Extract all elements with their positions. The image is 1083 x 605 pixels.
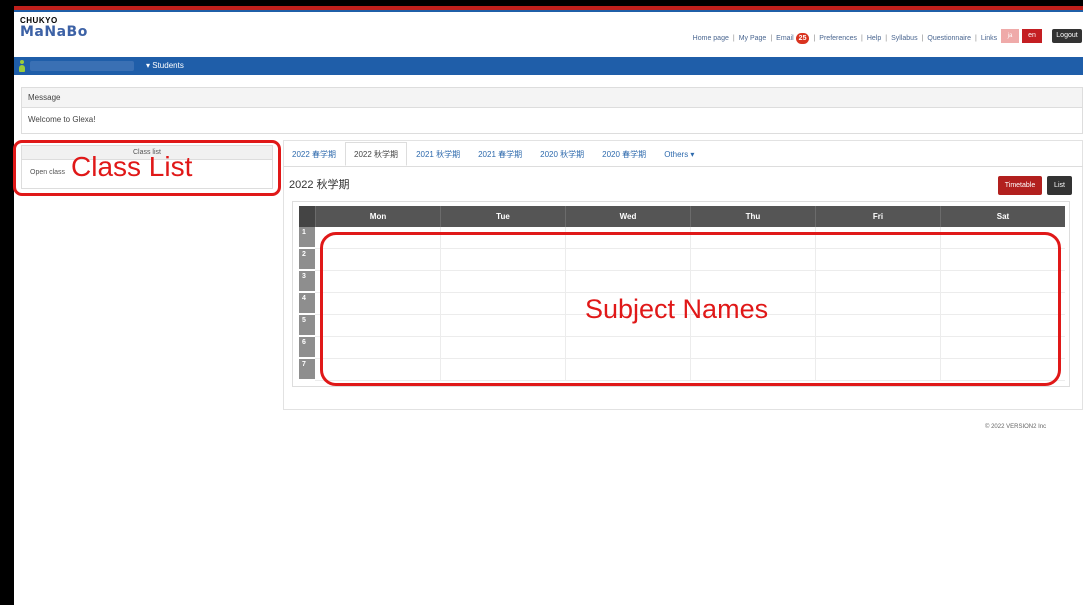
- nav-my-page[interactable]: My Page: [739, 35, 767, 42]
- nav-separator: |: [732, 35, 735, 42]
- tab-2022-spring[interactable]: 2022 春学期: [283, 142, 345, 166]
- user-bar: ▾ Students: [14, 57, 1083, 75]
- tab-2021-fall[interactable]: 2021 秋学期: [407, 142, 469, 166]
- nav-links[interactable]: Links: [981, 35, 997, 42]
- period-label-7: 7: [299, 359, 315, 380]
- period-label-2: 2: [299, 249, 315, 270]
- tab-2020-spring[interactable]: 2020 春学期: [593, 142, 655, 166]
- period-label-3: 3: [299, 271, 315, 292]
- nav-email[interactable]: Email 25: [776, 33, 810, 44]
- nav-home-page[interactable]: Home page: [693, 35, 729, 42]
- day-header-thu: Thu: [690, 206, 815, 227]
- email-count-badge: 25: [795, 33, 810, 44]
- message-panel: Message Welcome to Glexa!: [21, 87, 1083, 134]
- day-header-mon: Mon: [315, 206, 440, 227]
- list-view-button[interactable]: List: [1047, 176, 1072, 195]
- nav-email-label: Email: [776, 35, 794, 42]
- period-label-4: 4: [299, 293, 315, 314]
- nav-separator: |: [861, 35, 863, 42]
- header-blue-stripe: [14, 10, 1083, 12]
- semester-title: 2022 秋学期: [289, 179, 350, 191]
- period-label-6: 6: [299, 337, 315, 358]
- nav-separator: |: [975, 35, 977, 42]
- subject-names-annotation-label: Subject Names: [585, 294, 769, 324]
- class-list-annotation-label: Class List: [71, 151, 193, 182]
- timetable-corner: [299, 206, 315, 227]
- user-name-redacted: [30, 61, 134, 71]
- day-header-tue: Tue: [440, 206, 565, 227]
- students-menu[interactable]: ▾ Students: [146, 60, 184, 72]
- semester-tabs: 2022 春学期 2022 秋学期 2021 秋学期 2021 春学期 2020…: [283, 142, 703, 166]
- logout-button[interactable]: Logout: [1052, 29, 1082, 43]
- app-logo[interactable]: CHUKYO MaNaBo: [20, 16, 88, 40]
- language-japanese-button[interactable]: ja: [1001, 29, 1019, 43]
- timetable-view-button[interactable]: Timetable: [998, 176, 1042, 195]
- timetable-header: Mon Tue Wed Thu Fri Sat: [299, 206, 1065, 227]
- nav-separator: |: [921, 35, 924, 42]
- copyright-footer: © 2022 VERSION2 Inc: [985, 424, 1047, 430]
- language-english-button[interactable]: en: [1022, 29, 1042, 43]
- nav-syllabus[interactable]: Syllabus: [891, 35, 917, 42]
- logo-title: MaNaBo: [20, 24, 88, 40]
- nav-separator: |: [885, 35, 888, 42]
- tab-2022-fall[interactable]: 2022 秋学期: [345, 142, 408, 166]
- day-header-wed: Wed: [565, 206, 690, 227]
- day-header-sat: Sat: [940, 206, 1065, 227]
- user-icon-head: [20, 60, 24, 64]
- nav-separator: |: [813, 35, 816, 42]
- nav-help[interactable]: Help: [867, 35, 881, 42]
- message-body: Welcome to Glexa!: [28, 115, 96, 124]
- tab-2021-spring[interactable]: 2021 春学期: [469, 142, 531, 166]
- period-label-1: 1: [299, 227, 315, 248]
- top-navigation: Home page | My Page | Email 25 | Preferences…: [693, 33, 1003, 44]
- nav-preferences[interactable]: Preferences: [819, 35, 857, 42]
- user-icon: [19, 60, 25, 72]
- message-header: Message: [22, 88, 1082, 108]
- tab-2020-fall[interactable]: 2020 秋学期: [531, 142, 593, 166]
- day-header-fri: Fri: [815, 206, 940, 227]
- frame-left-border: [0, 0, 14, 605]
- tabs-divider: [283, 166, 1083, 167]
- user-icon-body: [19, 65, 25, 72]
- period-label-5: 5: [299, 315, 315, 336]
- tab-others-dropdown[interactable]: Others ▾: [655, 142, 703, 166]
- nav-questionnaire[interactable]: Questionnaire: [927, 35, 971, 42]
- nav-separator: |: [770, 35, 773, 42]
